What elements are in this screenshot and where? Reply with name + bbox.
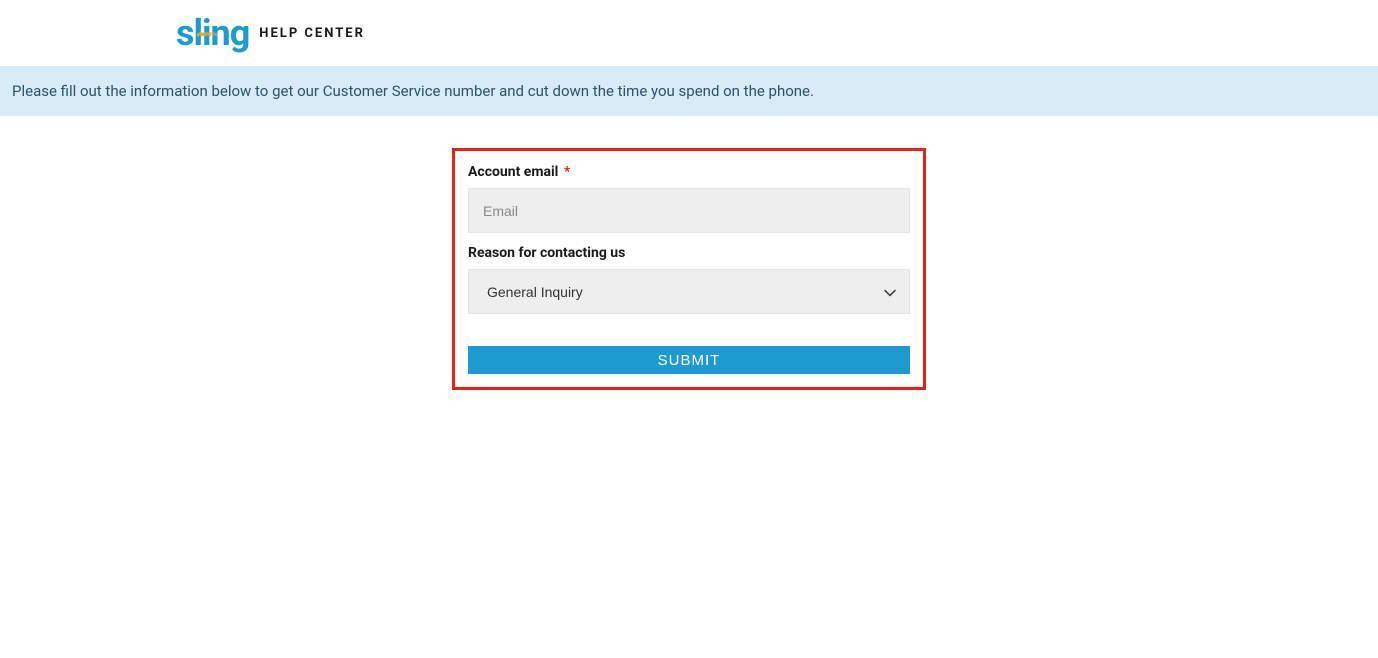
logo-arcs-icon (196, 4, 220, 46)
submit-button[interactable]: SUBMIT (468, 346, 910, 374)
logo-brand: sling (176, 12, 249, 54)
reason-group: Reason for contacting us General Inquiry (468, 245, 910, 314)
info-banner: Please fill out the information below to… (0, 66, 1378, 116)
email-label: Account email * (468, 164, 910, 180)
logo[interactable]: sling HELP CENTER (176, 12, 365, 54)
logo-suffix: HELP CENTER (259, 26, 365, 41)
contact-form: Account email * Reason for contacting us… (452, 148, 926, 390)
required-indicator: * (564, 164, 570, 180)
banner-text: Please fill out the information below to… (12, 82, 814, 100)
reason-label: Reason for contacting us (468, 245, 910, 261)
reason-select[interactable]: General Inquiry (468, 269, 910, 314)
reason-select-wrapper: General Inquiry (468, 269, 910, 314)
email-group: Account email * (468, 164, 910, 233)
email-field[interactable] (468, 188, 910, 233)
header: sling HELP CENTER (0, 0, 1378, 66)
